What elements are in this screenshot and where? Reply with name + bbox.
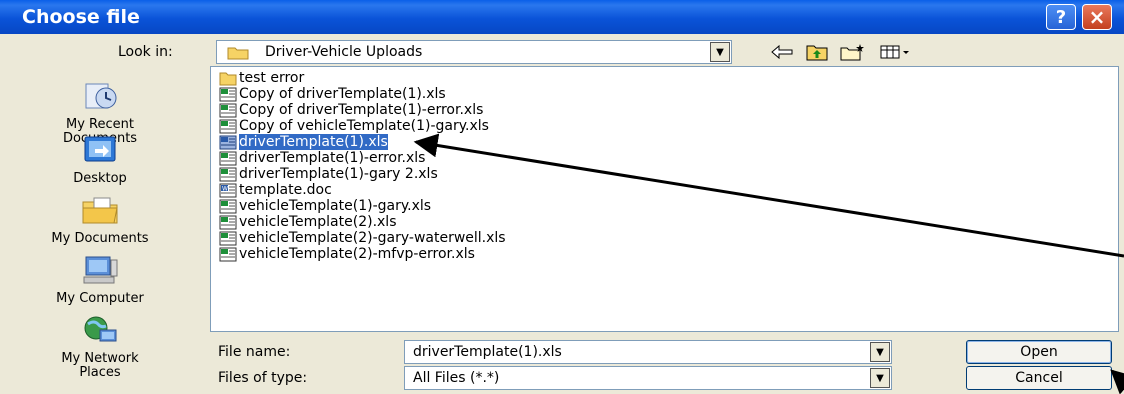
look-in-label: Look in:	[118, 44, 173, 60]
help-icon: ?	[1055, 6, 1067, 28]
chevron-down-icon[interactable]: ▼	[870, 368, 890, 388]
close-icon: ×	[1088, 5, 1106, 29]
choose-file-dialog: Choose file ? × Look in: Driver-Vehicle …	[0, 0, 1124, 394]
excel-file-icon	[219, 119, 237, 133]
places-bar: My Recent Documents Desktop My Documents…	[0, 68, 200, 394]
place-network-places[interactable]: My Network Places	[0, 314, 200, 380]
file-name: Copy of driverTemplate(1)-error.xls	[239, 102, 484, 118]
folder-icon	[227, 47, 249, 60]
back-icon[interactable]	[770, 42, 794, 62]
place-label: My Computer	[56, 291, 144, 306]
place-label: My Network	[61, 351, 139, 366]
file-name: driverTemplate(1).xls	[238, 133, 389, 151]
views-menu-icon[interactable]	[880, 42, 912, 62]
place-my-computer[interactable]: My Computer	[0, 254, 200, 306]
files-of-type-label: Files of type:	[218, 370, 308, 386]
file-name-input[interactable]: driverTemplate(1).xls ▼	[404, 340, 892, 364]
desktop-icon	[84, 136, 116, 162]
file-name: driverTemplate(1)-error.xls	[239, 150, 426, 166]
excel-file-icon	[219, 87, 237, 101]
cancel-button[interactable]: Cancel	[966, 366, 1112, 390]
look-in-combo[interactable]: Driver-Vehicle Uploads ▼	[216, 40, 732, 64]
excel-file-icon	[219, 151, 237, 165]
excel-file-icon	[219, 103, 237, 117]
file-name: test error	[239, 70, 305, 86]
list-item[interactable]: vehicleTemplate(1)-gary.xls	[219, 198, 431, 214]
list-item[interactable]: vehicleTemplate(2)-gary-waterwell.xls	[219, 230, 506, 246]
files-of-type-value: All Files (*.*)	[413, 370, 500, 386]
svg-text:W: W	[222, 185, 228, 192]
file-name: vehicleTemplate(1)-gary.xls	[239, 198, 432, 214]
file-name: Copy of vehicleTemplate(1)-gary.xls	[239, 118, 489, 134]
word-file-icon: W	[219, 183, 237, 197]
chevron-down-icon[interactable]: ▼	[870, 342, 890, 362]
place-label: Places	[79, 365, 121, 380]
list-item[interactable]: test error	[219, 70, 304, 86]
place-desktop[interactable]: Desktop	[0, 134, 200, 186]
excel-file-icon	[219, 167, 237, 181]
excel-file-icon	[219, 215, 237, 229]
window-title: Choose file	[22, 6, 140, 28]
file-name: vehicleTemplate(2).xls	[239, 214, 397, 230]
my-documents-icon	[82, 197, 118, 224]
up-folder-icon[interactable]	[806, 42, 828, 62]
help-button[interactable]: ?	[1046, 4, 1076, 30]
new-folder-icon[interactable]	[840, 42, 866, 62]
file-list[interactable]: test error Copy of driverTemplate(1).xls…	[210, 66, 1119, 332]
close-button[interactable]: ×	[1082, 4, 1112, 30]
title-bar[interactable]: Choose file ? ×	[0, 0, 1124, 34]
chevron-down-icon[interactable]: ▼	[710, 42, 730, 62]
network-places-icon	[84, 316, 117, 342]
folder-icon	[219, 72, 237, 85]
list-item[interactable]: Copy of driverTemplate(1)-error.xls	[219, 102, 483, 118]
file-name: vehicleTemplate(2)-gary-waterwell.xls	[239, 230, 506, 246]
excel-file-icon	[219, 199, 237, 213]
look-in-value: Driver-Vehicle Uploads	[265, 44, 423, 60]
place-label: Desktop	[73, 171, 127, 186]
recent-documents-icon	[85, 83, 117, 109]
files-of-type-select[interactable]: All Files (*.*) ▼	[404, 366, 892, 390]
list-item[interactable]: Copy of driverTemplate(1).xls	[219, 86, 446, 102]
list-item[interactable]: vehicleTemplate(2).xls	[219, 214, 397, 230]
place-label: My Recent	[66, 117, 134, 132]
excel-file-icon	[219, 247, 237, 261]
file-name: vehicleTemplate(2)-mfvp-error.xls	[239, 246, 475, 262]
place-my-documents[interactable]: My Documents	[0, 194, 200, 246]
list-item[interactable]: driverTemplate(1)-gary 2.xls	[219, 166, 438, 182]
list-item-selected[interactable]: driverTemplate(1).xls	[219, 133, 389, 151]
list-item[interactable]: Copy of vehicleTemplate(1)-gary.xls	[219, 118, 489, 134]
my-computer-icon	[83, 256, 118, 284]
file-name: driverTemplate(1)-gary 2.xls	[239, 166, 438, 182]
arrow-line	[1110, 369, 1124, 394]
list-item[interactable]: vehicleTemplate(2)-mfvp-error.xls	[219, 246, 475, 262]
excel-file-icon	[219, 231, 237, 245]
list-item[interactable]: W template.doc	[219, 182, 332, 198]
place-label: My Documents	[51, 231, 149, 246]
excel-file-icon	[219, 135, 237, 149]
file-name: template.doc	[239, 182, 332, 198]
file-name-value: driverTemplate(1).xls	[413, 344, 562, 360]
open-button[interactable]: Open	[966, 340, 1112, 364]
list-item[interactable]: driverTemplate(1)-error.xls	[219, 150, 425, 166]
file-name: Copy of driverTemplate(1).xls	[239, 86, 446, 102]
file-name-label: File name:	[218, 344, 291, 360]
